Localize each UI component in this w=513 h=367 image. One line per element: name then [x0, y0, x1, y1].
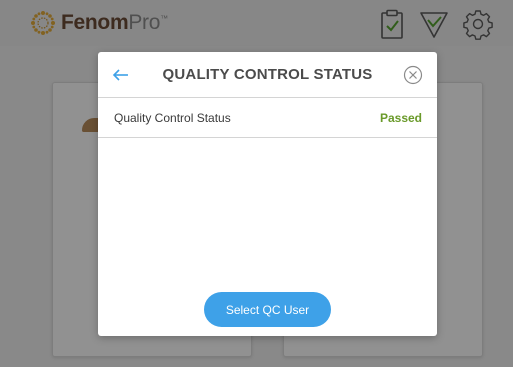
qc-status-label: Quality Control Status	[114, 111, 231, 125]
dialog-title: QUALITY CONTROL STATUS	[162, 66, 373, 83]
qc-status-row: Quality Control Status Passed	[98, 99, 437, 138]
app-screen: FenomPro™ QUALITY CONTROL STATUS Quality…	[0, 0, 513, 367]
dialog-header: QUALITY CONTROL STATUS	[98, 52, 437, 98]
close-circle-icon	[403, 65, 423, 85]
back-button[interactable]	[110, 64, 132, 86]
select-qc-user-button[interactable]: Select QC User	[204, 292, 331, 327]
qc-status-value: Passed	[379, 111, 422, 125]
quality-control-dialog: QUALITY CONTROL STATUS Quality Control S…	[98, 52, 437, 336]
close-button[interactable]	[401, 63, 425, 87]
arrow-left-icon	[112, 69, 128, 81]
